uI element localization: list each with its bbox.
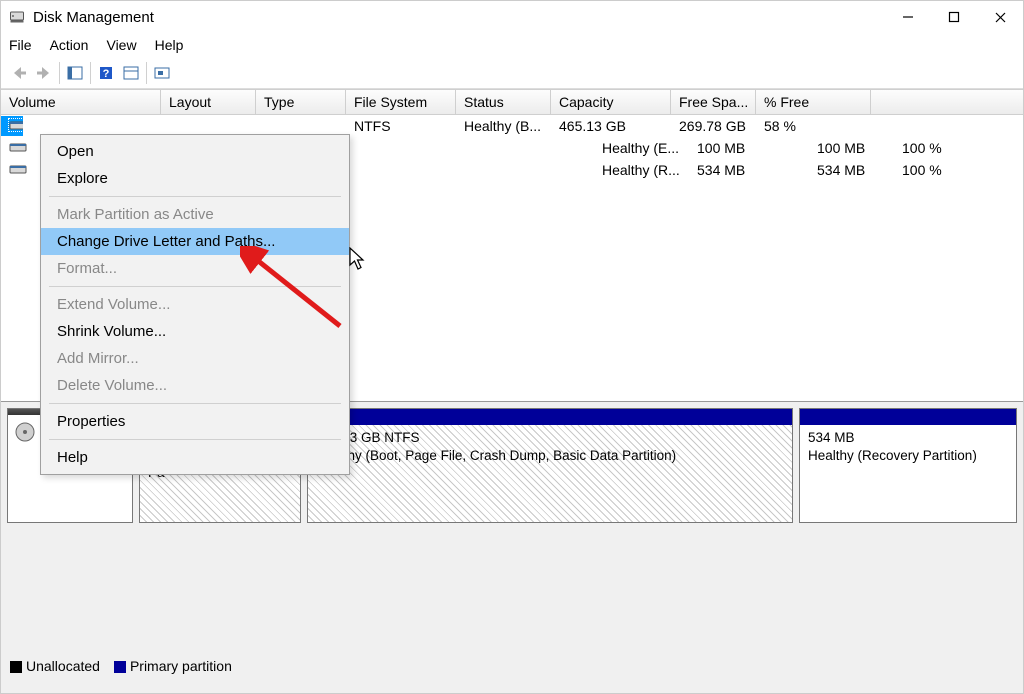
context-menu[interactable]: OpenExplore Mark Partition as ActiveChang…: [40, 134, 350, 475]
column-header[interactable]: % Free: [756, 90, 871, 114]
partition-line1: 534 MB: [808, 429, 1008, 447]
toolbar: ?: [1, 57, 1023, 89]
context-menu-item: Extend Volume...: [41, 291, 349, 318]
column-header[interactable]: Capacity: [551, 90, 671, 114]
column-header[interactable]: Free Spa...: [671, 90, 756, 114]
cell: 534 MB: [689, 160, 809, 180]
volume-list-header: VolumeLayoutTypeFile SystemStatusCapacit…: [1, 89, 1023, 115]
maximize-button[interactable]: [931, 1, 977, 33]
context-menu-item[interactable]: Help: [41, 444, 349, 471]
settings-toolbar-button[interactable]: [150, 61, 174, 85]
close-button[interactable]: [977, 1, 1023, 33]
volume-icon: [9, 118, 23, 134]
cell: 100 MB: [689, 138, 809, 158]
menu-file[interactable]: File: [9, 37, 32, 53]
context-menu-item: Add Mirror...: [41, 345, 349, 372]
legend-item: Primary partition: [114, 658, 232, 674]
column-header[interactable]: Type: [256, 90, 346, 114]
cell: 534 MB: [809, 160, 894, 180]
menubar: File Action View Help: [1, 33, 1023, 57]
menu-help[interactable]: Help: [155, 37, 184, 53]
menu-view[interactable]: View: [106, 37, 136, 53]
help-toolbar-button[interactable]: ?: [94, 61, 118, 85]
cell: [484, 168, 594, 172]
cell: 100 MB: [809, 138, 894, 158]
partition-block[interactable]: 465.13 GB NTFSHealthy (Boot, Page File, …: [307, 408, 793, 523]
cell: Healthy (R...: [594, 160, 689, 180]
volume-icon: [9, 162, 27, 178]
cell: [256, 124, 346, 128]
forward-button[interactable]: [32, 61, 56, 85]
partition-line1: 465.13 GB NTFS: [316, 429, 784, 447]
cell: Healthy (B...: [456, 116, 551, 136]
column-header[interactable]: Layout: [161, 90, 256, 114]
context-menu-item[interactable]: Open: [41, 138, 349, 165]
context-menu-item[interactable]: Explore: [41, 165, 349, 192]
legend-item: Unallocated: [10, 658, 100, 674]
back-button[interactable]: [7, 61, 31, 85]
cell: [484, 146, 594, 150]
column-header[interactable]: Status: [456, 90, 551, 114]
cell: 465.13 GB: [551, 116, 671, 136]
svg-text:?: ?: [103, 68, 110, 80]
context-menu-item: Mark Partition as Active: [41, 201, 349, 228]
cell: 100 %: [894, 160, 1009, 180]
cell: [394, 146, 484, 150]
legend: Unallocated Primary partition: [10, 658, 232, 674]
cell: Healthy (E...: [594, 138, 689, 158]
partition-block[interactable]: 534 MBHealthy (Recovery Partition): [799, 408, 1017, 523]
show-hide-tree-button[interactable]: [63, 61, 87, 85]
cell: [161, 124, 256, 128]
cell: 58 %: [756, 116, 871, 136]
minimize-button[interactable]: [885, 1, 931, 33]
app-icon: [9, 9, 25, 25]
panel-toolbar-button[interactable]: [119, 61, 143, 85]
cell: NTFS: [346, 116, 456, 136]
context-menu-item: Format...: [41, 255, 349, 282]
volume-icon: [9, 140, 27, 156]
partition-line2: Healthy (Boot, Page File, Crash Dump, Ba…: [316, 447, 784, 465]
context-menu-item: Delete Volume...: [41, 372, 349, 399]
cell: [394, 168, 484, 172]
context-menu-item[interactable]: Shrink Volume...: [41, 318, 349, 345]
menu-action[interactable]: Action: [50, 37, 89, 53]
context-menu-item[interactable]: Properties: [41, 408, 349, 435]
column-header[interactable]: Volume: [1, 90, 161, 114]
partition-line2: Healthy (Recovery Partition): [808, 447, 1008, 465]
cell: 100 %: [894, 138, 1009, 158]
window-title: Disk Management: [33, 9, 885, 26]
cell: 269.78 GB: [671, 116, 756, 136]
titlebar[interactable]: Disk Management: [1, 1, 1023, 33]
context-menu-item[interactable]: Change Drive Letter and Paths...: [41, 228, 349, 255]
disk-icon: [14, 421, 36, 443]
column-header[interactable]: File System: [346, 90, 456, 114]
